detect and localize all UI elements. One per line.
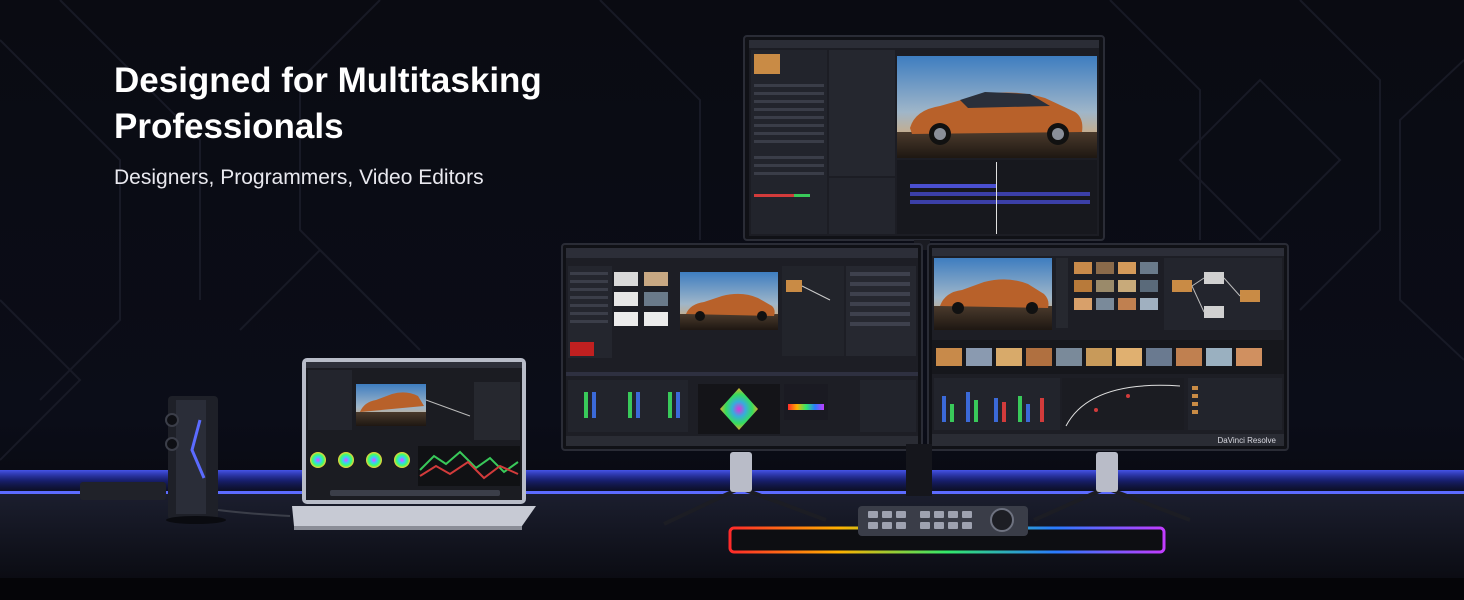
middle-monitor bbox=[561, 243, 923, 451]
title-line-2: Professionals bbox=[114, 107, 344, 146]
desk-front bbox=[0, 578, 1464, 600]
monitor-stand-pole bbox=[906, 444, 932, 496]
page-subtitle: Designers, Programmers, Video Editors bbox=[114, 166, 484, 189]
right-monitor-brand: DaVinci Resolve bbox=[1217, 436, 1276, 445]
power-brick bbox=[80, 482, 166, 500]
title-line-1: Designed for Multitasking bbox=[114, 61, 542, 100]
page-title: Designed for Multitasking Professionals bbox=[114, 58, 542, 150]
right-monitor: DaVinci Resolve bbox=[927, 243, 1289, 451]
mini-pc bbox=[165, 396, 226, 524]
timeline-clips bbox=[936, 348, 1262, 366]
editing-keypad bbox=[858, 506, 1028, 536]
top-monitor bbox=[743, 35, 1105, 241]
